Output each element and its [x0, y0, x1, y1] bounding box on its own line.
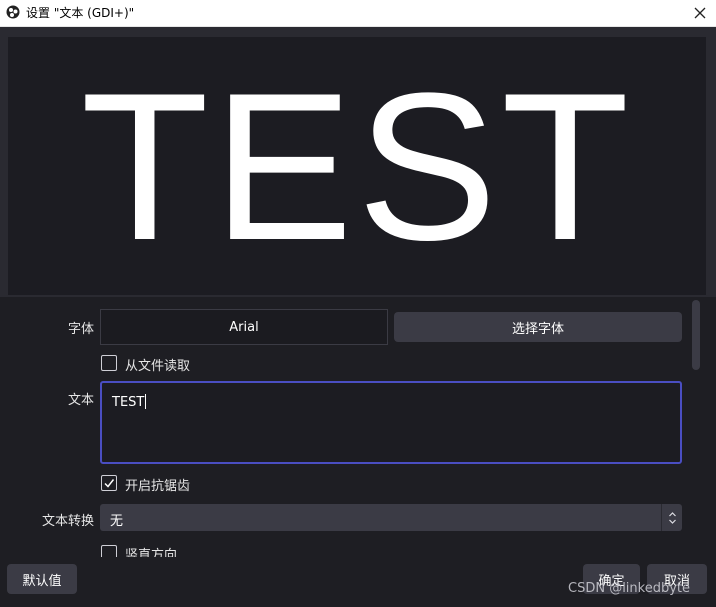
vertical-label: 竖直方向 — [125, 548, 178, 557]
preview-text: TEST — [80, 49, 634, 284]
obs-logo-icon — [6, 5, 20, 19]
close-button[interactable] — [690, 3, 710, 23]
read-from-file-checkbox[interactable] — [101, 355, 117, 371]
text-input[interactable]: TEST — [100, 381, 682, 464]
read-from-file-label: 从文件读取 — [125, 359, 191, 374]
text-transform-value: 无 — [110, 514, 124, 529]
select-font-label: 选择字体 — [511, 321, 564, 337]
vertical-checkbox[interactable] — [101, 545, 117, 557]
antialiasing-checkbox[interactable] — [101, 475, 117, 491]
text-input-value: TEST — [112, 395, 145, 410]
defaults-button[interactable]: 默认值 — [7, 564, 77, 594]
title-bar: 设置 "文本 (GDI+)" — [0, 0, 716, 27]
window-title: 设置 "文本 (GDI+)" — [26, 6, 135, 20]
checkmark-icon — [104, 479, 115, 488]
properties-panel: 字体 Arial 选择字体 从文件读取 文本 TEST 开启抗锯齿 文本转换 无… — [0, 297, 716, 557]
text-transform-label: 文本转换 — [41, 514, 94, 529]
text-label: 文本 — [67, 393, 94, 408]
chevron-up-down-icon — [661, 504, 682, 531]
antialiasing-label: 开启抗锯齿 — [125, 479, 191, 494]
font-value: Arial — [229, 319, 259, 335]
font-display: Arial — [100, 309, 388, 345]
font-label: 字体 — [67, 322, 94, 337]
text-caret — [145, 394, 147, 409]
defaults-button-label: 默认值 — [22, 573, 62, 589]
select-font-button[interactable]: 选择字体 — [394, 312, 682, 342]
dialog-button-bar: 默认值 确定 取消 CSDN @linkedbyte — [0, 557, 716, 607]
source-preview: TEST — [8, 37, 706, 295]
preview-panel: TEST — [0, 27, 716, 297]
properties-scrollbar[interactable] — [692, 300, 700, 370]
watermark: CSDN @linkedbyte — [568, 581, 691, 596]
text-transform-select[interactable]: 无 — [100, 504, 682, 531]
close-icon — [694, 7, 706, 19]
